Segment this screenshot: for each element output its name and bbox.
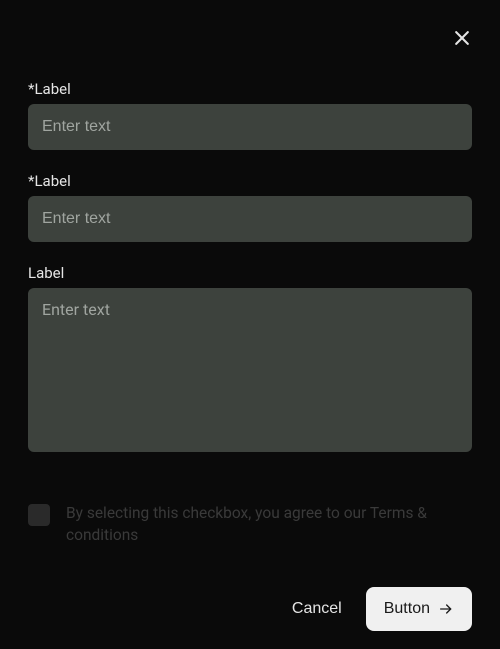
close-icon[interactable] bbox=[452, 28, 472, 48]
button-row: Cancel Button bbox=[28, 587, 472, 631]
primary-button[interactable]: Button bbox=[366, 587, 472, 631]
field-label-1: *Label bbox=[28, 80, 472, 98]
form-group-2: *Label bbox=[28, 172, 472, 242]
text-input-2[interactable] bbox=[28, 196, 472, 242]
consent-row: By selecting this checkbox, you agree to… bbox=[28, 502, 472, 547]
field-label-3: Label bbox=[28, 264, 472, 282]
arrow-right-icon bbox=[438, 601, 454, 617]
text-input-1[interactable] bbox=[28, 104, 472, 150]
field-label-2: *Label bbox=[28, 172, 472, 190]
form-group-3: Label bbox=[28, 264, 472, 456]
modal-dialog: *Label *Label Label By selecting this ch… bbox=[0, 0, 500, 649]
close-row bbox=[28, 28, 472, 48]
cancel-button[interactable]: Cancel bbox=[292, 600, 342, 618]
primary-button-label: Button bbox=[384, 600, 430, 618]
consent-checkbox[interactable] bbox=[28, 504, 50, 526]
form-group-1: *Label bbox=[28, 80, 472, 150]
textarea-input[interactable] bbox=[28, 288, 472, 452]
consent-text: By selecting this checkbox, you agree to… bbox=[66, 502, 472, 547]
